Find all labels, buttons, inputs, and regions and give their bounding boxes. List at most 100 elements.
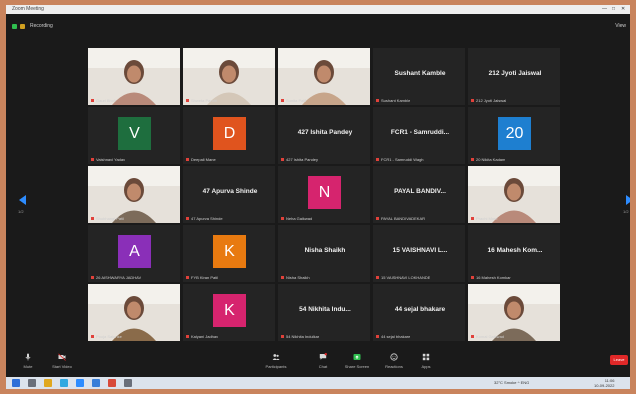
recording-icon xyxy=(20,24,25,29)
participant-name-caption: FYB Kiran Patil xyxy=(186,275,218,280)
muted-mic-icon xyxy=(471,158,474,162)
maximize-button[interactable]: □ xyxy=(612,6,615,12)
muted-mic-icon xyxy=(281,276,284,280)
participant-display-name: 44 sejal bhakare xyxy=(394,306,446,313)
participant-video xyxy=(468,166,560,223)
participants-button[interactable]: Participants xyxy=(256,353,296,369)
participant-caption-text: 54 Nikhita Indulkar xyxy=(286,334,320,339)
zoom-app-icon[interactable] xyxy=(76,379,84,387)
share-screen-icon xyxy=(353,354,361,360)
muted-mic-icon xyxy=(281,335,284,339)
next-page-arrow-icon[interactable] xyxy=(626,195,630,205)
apps-icon xyxy=(422,353,430,361)
apps-button[interactable]: Apps xyxy=(406,353,446,369)
store-icon[interactable] xyxy=(92,379,100,387)
participant-name-caption: 47 Apurva Shinde xyxy=(186,216,223,221)
participant-name-caption: Shubhangi Patil xyxy=(91,216,124,221)
participant-tile[interactable]: V Vaishnavi Yadav xyxy=(88,107,180,164)
participant-caption-text: Vaishnavi Yadav xyxy=(96,157,126,162)
participant-tile[interactable]: Gauri Bhoir xyxy=(88,48,180,105)
participant-tile[interactable]: N Neha Gaikwad xyxy=(278,166,370,223)
participant-tile[interactable]: Prachi More xyxy=(468,166,560,223)
participant-tile[interactable]: 47 Apurva Shinde 47 Apurva Shinde xyxy=(183,166,275,223)
muted-mic-icon xyxy=(471,276,474,280)
view-button[interactable]: View xyxy=(615,23,626,29)
search-icon[interactable] xyxy=(28,379,36,387)
participant-tile[interactable]: 20 20 Nikita Kadam xyxy=(468,107,560,164)
leave-button[interactable]: Leave xyxy=(610,355,628,365)
muted-mic-icon xyxy=(376,276,379,280)
participant-tile[interactable]: Shubhangi Patil xyxy=(88,166,180,223)
participant-tile[interactable]: Nisha Shaikh Nisha Shaikh xyxy=(278,225,370,282)
muted-mic-icon xyxy=(91,276,94,280)
participant-caption-text: Gauri Bhoir xyxy=(96,98,117,103)
chrome-browser-icon[interactable] xyxy=(108,379,116,387)
participant-caption-text: Prachi More xyxy=(476,216,498,221)
muted-mic-icon xyxy=(471,99,474,103)
participant-tile[interactable]: PAYAL BANDIV... PAYAL BANDIVADEKAR xyxy=(373,166,465,223)
windows-taskbar: 32°C Smoke ^ ENG 11:06 10-09-2022 xyxy=(6,377,630,389)
meeting-topbar: Recording View xyxy=(6,14,630,48)
muted-mic-icon xyxy=(186,335,189,339)
participant-tile[interactable]: A 26 AISHWARYA JADHAV xyxy=(88,225,180,282)
participant-caption-text: PAYAL BANDIVADEKAR xyxy=(381,216,426,221)
participant-name-caption: Sushant Kamble xyxy=(376,98,410,103)
participant-display-name: 16 Mahesh Kom... xyxy=(487,247,543,254)
participant-tile[interactable]: 427 Ishita Pandey 427 Ishita Pandey xyxy=(278,107,370,164)
close-window-button[interactable]: ✕ xyxy=(621,6,625,12)
participant-name-caption: 16 Mahesh Komkar xyxy=(471,275,511,280)
share-screen-button[interactable]: Share Screen xyxy=(337,353,377,369)
participant-display-name: 47 Apurva Shinde xyxy=(202,188,258,195)
participant-display-name: FCR1 - Samruddi... xyxy=(390,129,450,136)
participant-caption-text: Sunita Patil xyxy=(286,98,307,103)
participant-tile[interactable]: K FYB Kiran Patil xyxy=(183,225,275,282)
participant-tile[interactable]: 54 Nikhita Indu... 54 Nikhita Indulkar xyxy=(278,284,370,341)
participant-caption-text: 44 sejal bhakare xyxy=(381,334,411,339)
participant-avatar: N xyxy=(308,176,341,209)
zoom-window: Zoom Meeting — □ ✕ Recording View 1/2 1/… xyxy=(6,5,630,389)
file-explorer-icon[interactable] xyxy=(44,379,52,387)
page-indicator-left: 1/2 xyxy=(18,209,24,214)
participant-avatar: D xyxy=(213,117,246,150)
participant-avatar: K xyxy=(213,235,246,268)
participant-tile[interactable]: Shweta Pandit xyxy=(183,48,275,105)
participant-caption-text: 15 VAISHNAVI LOKHANDE xyxy=(381,275,431,280)
participant-caption-text: 427 Ishita Pandey xyxy=(286,157,319,162)
settings-icon[interactable] xyxy=(124,379,132,387)
participant-tile[interactable]: Sunita Patil xyxy=(278,48,370,105)
video-icon xyxy=(58,353,66,361)
participant-tile[interactable]: FCR1 - Samruddi... FCR1 - Samruddi Wagh xyxy=(373,107,465,164)
participant-caption-text: 47 Apurva Shinde xyxy=(191,216,223,221)
participant-name-caption: 26 AISHWARYA JADHAV xyxy=(91,275,141,280)
muted-mic-icon xyxy=(376,99,379,103)
muted-mic-icon xyxy=(91,158,94,162)
taskbar-clock[interactable]: 11:06 10-09-2022 xyxy=(594,378,614,388)
participant-avatar: A xyxy=(118,235,151,268)
participant-tile[interactable]: Sushant Kamble Sushant Kamble xyxy=(373,48,465,105)
participant-display-name: Sushant Kamble xyxy=(394,70,446,77)
participant-tile[interactable]: 44 sejal bhakare 44 sejal bhakare xyxy=(373,284,465,341)
participant-name-caption: 427 Ishita Pandey xyxy=(281,157,318,162)
participant-tile[interactable]: D Deepali Mane xyxy=(183,107,275,164)
participant-tile[interactable]: 15 VAISHNAVI L... 15 VAISHNAVI LOKHANDE xyxy=(373,225,465,282)
security-icon[interactable] xyxy=(12,24,17,29)
participant-avatar: V xyxy=(118,117,151,150)
recording-label: Recording xyxy=(30,23,53,29)
participant-display-name: 427 Ishita Pandey xyxy=(297,129,353,136)
reactions-icon xyxy=(390,353,398,361)
muted-mic-icon xyxy=(471,335,474,339)
participant-name-caption: 44 sejal bhakare xyxy=(376,334,410,339)
participant-tile[interactable]: 212 Jyoti Jaiswal 212 Jyoti Jaiswal xyxy=(468,48,560,105)
participant-caption-text: 20 Nikita Kadam xyxy=(476,157,506,162)
muted-mic-icon xyxy=(376,335,379,339)
windows-start-icon[interactable] xyxy=(12,379,20,387)
participant-tile[interactable]: 16 Mahesh Kom... 16 Mahesh Komkar xyxy=(468,225,560,282)
previous-page-arrow-icon[interactable] xyxy=(19,195,26,205)
participant-tile[interactable]: Komal Gaikwad xyxy=(468,284,560,341)
participant-gallery: Gauri Bhoir Shweta Pandit Sunita Patil Sush… xyxy=(88,48,560,341)
participant-tile[interactable]: Pooja Salunke xyxy=(88,284,180,341)
participant-tile[interactable]: K Kalyani Jadhav xyxy=(183,284,275,341)
edge-browser-icon[interactable] xyxy=(60,379,68,387)
minimize-button[interactable]: — xyxy=(602,6,607,12)
start-video-button[interactable]: Start Video xyxy=(42,353,82,369)
